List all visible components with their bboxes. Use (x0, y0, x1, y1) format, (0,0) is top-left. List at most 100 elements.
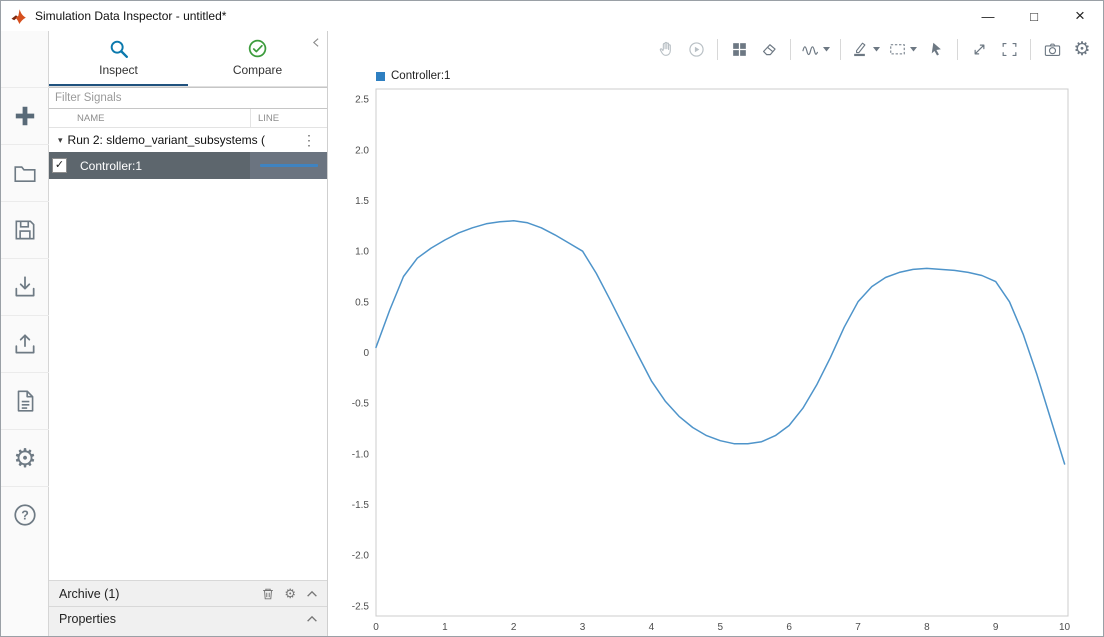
svg-text:-2.5: -2.5 (352, 601, 370, 612)
import-arrow-icon (12, 274, 38, 300)
snapshot-button[interactable] (1037, 34, 1067, 64)
chevron-up-icon[interactable] (305, 587, 319, 601)
collapse-panel-button[interactable] (310, 36, 323, 54)
window-title: Simulation Data Inspector - untitled* (35, 9, 226, 23)
svg-text:?: ? (21, 509, 29, 523)
fullscreen-brackets-icon (1000, 40, 1019, 59)
signal-name: Controller:1 (80, 159, 250, 173)
caret-down-icon (910, 47, 917, 52)
column-header-name[interactable]: NAME (49, 113, 250, 124)
expand-triangle-icon[interactable]: ▾ (58, 135, 63, 146)
kebab-menu-icon[interactable]: ⋮ (291, 132, 327, 149)
floppy-save-icon (12, 217, 38, 243)
signal-list-empty-area (49, 179, 327, 580)
app-window: Simulation Data Inspector - untitled* — … (0, 0, 1104, 637)
properties-label: Properties (59, 612, 116, 626)
maximize-plot-button[interactable] (994, 34, 1024, 64)
svg-text:-1.5: -1.5 (352, 500, 370, 511)
create-report-button[interactable] (1, 372, 49, 429)
hand-pan-icon (657, 40, 676, 59)
svg-text:4: 4 (649, 622, 655, 633)
svg-text:7: 7 (855, 622, 861, 633)
pointer-button[interactable] (921, 34, 951, 64)
svg-text:-0.5: -0.5 (352, 399, 370, 410)
diagonal-arrows-icon (970, 40, 989, 59)
svg-text:1: 1 (442, 622, 448, 633)
clear-plots-button[interactable] (754, 34, 784, 64)
signal-panel: Inspect Compare NAME LINE ▾ Run 2: sldem… (49, 31, 328, 636)
svg-text:8: 8 (924, 622, 930, 633)
check-circle-icon (247, 38, 269, 60)
svg-text:5: 5 (717, 622, 723, 633)
signal-checkbox[interactable]: ✓ (52, 158, 67, 173)
chart-region: Controller:1 2.52.01.51.00.50-0.5-1.0-1.… (328, 67, 1103, 636)
gear-icon: ⚙ (1073, 40, 1090, 59)
zoom-select-button[interactable] (884, 34, 921, 64)
export-button[interactable] (1, 315, 49, 372)
left-toolbar: ⚙ ? (1, 31, 49, 636)
archive-settings-gear-icon[interactable]: ⚙ (284, 587, 296, 600)
toolbar-separator (1030, 39, 1031, 60)
save-button[interactable] (1, 201, 49, 258)
gear-icon: ⚙ (13, 445, 36, 471)
play-circle-icon (687, 40, 706, 59)
svg-text:9: 9 (993, 622, 999, 633)
properties-section-icons (305, 612, 319, 626)
svg-text:-2.0: -2.0 (352, 551, 370, 562)
window-controls: — □ × (965, 1, 1103, 31)
column-header-line[interactable]: LINE (250, 109, 327, 127)
svg-text:10: 10 (1059, 622, 1071, 633)
minimize-button[interactable]: — (965, 1, 1011, 31)
svg-text:1.5: 1.5 (355, 196, 369, 207)
help-button[interactable]: ? (1, 486, 49, 543)
open-button[interactable] (1, 144, 49, 201)
new-button[interactable] (1, 87, 49, 144)
signal-wave-icon (801, 40, 820, 59)
svg-text:0: 0 (363, 348, 369, 359)
dashed-selection-box-icon (888, 40, 907, 59)
signal-table-header: NAME LINE (49, 109, 327, 128)
tab-compare-label: Compare (233, 63, 282, 77)
signals-menu-button[interactable] (797, 34, 834, 64)
toolbar-separator (840, 39, 841, 60)
trash-icon[interactable] (261, 587, 275, 601)
camera-icon (1043, 40, 1062, 59)
svg-text:6: 6 (786, 622, 792, 633)
signal-line-sample (260, 164, 318, 167)
plot-area[interactable]: 2.52.01.51.00.50-0.5-1.0-1.5-2.0-2.50123… (328, 67, 1104, 637)
plus-icon (12, 103, 38, 129)
preferences-button[interactable]: ⚙ (1, 429, 49, 486)
import-button[interactable] (1, 258, 49, 315)
replay-button[interactable] (681, 34, 711, 64)
titlebar: Simulation Data Inspector - untitled* — … (1, 1, 1103, 31)
close-button[interactable]: × (1057, 1, 1103, 31)
plot-settings-button[interactable]: ⚙ (1067, 34, 1097, 64)
folder-icon (12, 160, 38, 186)
svg-text:2.5: 2.5 (355, 95, 369, 106)
svg-text:2: 2 (511, 622, 517, 633)
layout-button[interactable] (724, 34, 754, 64)
highlight-button[interactable] (847, 34, 884, 64)
svg-text:0: 0 (373, 622, 379, 633)
filter-signals-input[interactable] (49, 87, 327, 109)
fit-to-view-button[interactable] (964, 34, 994, 64)
tab-compare[interactable]: Compare (188, 31, 327, 86)
maximize-button[interactable]: □ (1011, 1, 1057, 31)
tab-inspect[interactable]: Inspect (49, 31, 188, 86)
toolbar-separator (957, 39, 958, 60)
app-body: ⚙ ? Inspect Compare (1, 31, 1103, 636)
svg-text:0.5: 0.5 (355, 297, 369, 308)
signal-line-cell[interactable] (250, 152, 327, 179)
pan-button[interactable] (651, 34, 681, 64)
main-area: ⚙ Controller:1 2.52.01.51.00.50-0.5-1.0-… (328, 31, 1103, 636)
svg-text:-1.0: -1.0 (352, 449, 370, 460)
signal-row-controller1[interactable]: ✓ Controller:1 (49, 152, 327, 179)
cursor-arrow-icon (927, 40, 946, 59)
chevron-up-icon[interactable] (305, 612, 319, 626)
archive-section-bar[interactable]: Archive (1) ⚙ (49, 580, 327, 606)
caret-down-icon (823, 47, 830, 52)
subplot-grid-icon (730, 40, 749, 59)
run-row[interactable]: ▾ Run 2: sldemo_variant_subsystems ( ⋮ (49, 128, 327, 152)
properties-section-bar[interactable]: Properties (49, 606, 327, 636)
report-document-icon (12, 388, 38, 414)
